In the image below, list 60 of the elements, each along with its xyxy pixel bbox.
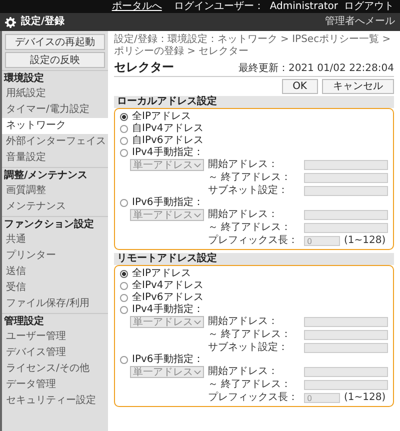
field-label: 開始アドレス：	[208, 209, 279, 221]
sidebar-heading: 調整/メンテナンス	[2, 167, 108, 183]
radio-label: 全IPアドレス	[132, 268, 191, 280]
sidebar-item[interactable]: セキュリティー設定	[2, 393, 108, 409]
field-label: ～ 終了アドレス：	[208, 329, 292, 341]
page-title: セレクター	[114, 60, 174, 74]
user-name: Administrator	[270, 0, 338, 12]
sidebar-item[interactable]: ライセンス/その他	[2, 361, 108, 377]
field-label: ～ 終了アドレス：	[208, 379, 292, 391]
sidebar-item[interactable]: タイマー/電力設定	[2, 102, 108, 118]
sidebar-item[interactable]: 送信	[2, 264, 108, 280]
logout-link[interactable]: ログアウト	[344, 0, 394, 12]
range-hint: (1~128)	[344, 392, 386, 404]
field-label: プレフィックス長：	[208, 392, 299, 404]
sidebar-item[interactable]: プリンター	[2, 248, 108, 264]
sidebar-button[interactable]: デバイスの再起動	[5, 34, 105, 50]
mail-admin-link[interactable]: 管理者へメール	[325, 16, 395, 28]
cancel-button[interactable]: キャンセル	[322, 79, 394, 94]
app-title: 設定/登録	[21, 16, 65, 28]
sidebar-item[interactable]: ユーザー管理	[2, 329, 108, 345]
portal-link[interactable]: ポータルへ	[112, 0, 162, 12]
sidebar-heading: 環境設定	[2, 70, 108, 86]
sidebar-item[interactable]: ネットワーク	[2, 118, 108, 134]
radio-label: IPv4手動指定：	[132, 147, 204, 159]
sidebar-item[interactable]: 音量設定	[2, 150, 108, 166]
breadcrumb: 設定/登録：環境設定：ネットワーク > IPSecポリシー一覧 > ポリシーの登録 > セレクター	[114, 34, 392, 58]
field-label: 開始アドレス：	[208, 316, 279, 328]
sidebar-item[interactable]: 用紙設定	[2, 86, 108, 102]
sidebar-item[interactable]: 外部インターフェイス	[2, 134, 108, 150]
sidebar-heading: 管理設定	[2, 313, 108, 329]
section-header: リモートアドレス設定	[114, 253, 394, 265]
radio-label: IPv6手動指定：	[132, 197, 204, 209]
radio-label: 全IPアドレス	[132, 111, 191, 123]
sidebar-item[interactable]: 受信	[2, 280, 108, 296]
radio-label: IPv4手動指定：	[132, 304, 204, 316]
radio-label: 自IPv4アドレス	[132, 123, 204, 135]
last-updated: 最終更新：2021 01/02 22:28:04	[238, 63, 394, 75]
sidebar-item[interactable]: デバイス管理	[2, 345, 108, 361]
field-label: ～ 終了アドレス：	[208, 172, 292, 184]
section-header: ローカルアドレス設定	[114, 96, 394, 108]
sidebar-item[interactable]: データ管理	[2, 377, 108, 393]
field-label: 開始アドレス：	[208, 159, 279, 171]
sidebar-item[interactable]: 共通	[2, 232, 108, 248]
sidebar-button[interactable]: 設定の反映	[5, 52, 105, 68]
field-label: 開始アドレス：	[208, 366, 279, 378]
sidebar-item[interactable]: ファイル保存/利用	[2, 296, 108, 312]
sidebar-heading: ファンクション設定	[2, 216, 108, 232]
field-label: プレフィックス長：	[208, 235, 299, 247]
range-hint: (1~128)	[344, 235, 386, 247]
radio-label: 全IPv6アドレス	[132, 292, 204, 304]
login-label: ログインユーザー：	[174, 0, 264, 12]
sidebar-item[interactable]: メンテナンス	[2, 199, 108, 215]
field-label: ～ 終了アドレス：	[208, 222, 292, 234]
radio-label: 自IPv6アドレス	[132, 135, 204, 146]
radio-label: 全IPv4アドレス	[132, 280, 204, 292]
field-label: サブネット設定：	[208, 185, 289, 197]
sidebar-item[interactable]: 画質調整	[2, 183, 108, 199]
radio-label: IPv6手動指定：	[132, 354, 204, 366]
field-label: サブネット設定：	[208, 342, 289, 354]
ok-button[interactable]: OK	[282, 79, 318, 94]
